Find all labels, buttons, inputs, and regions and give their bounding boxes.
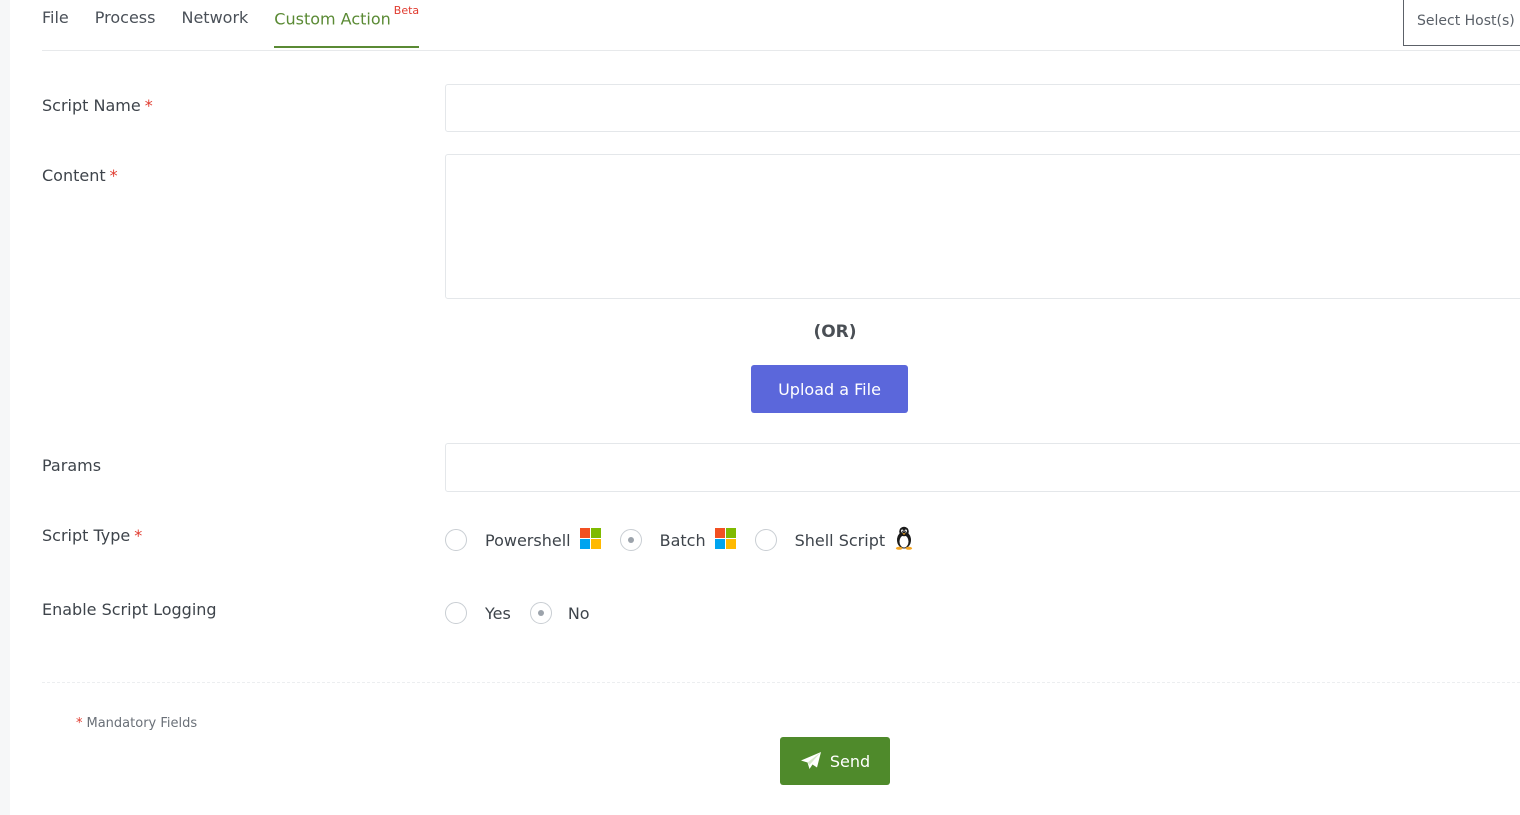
windows-icon bbox=[714, 527, 736, 553]
beta-badge: Beta bbox=[393, 4, 420, 17]
custom-action-page: File Process Network Custom Action Beta S… bbox=[0, 0, 1520, 815]
tabs-divider bbox=[42, 50, 1520, 51]
radio-powershell-label: Powershell bbox=[485, 530, 571, 550]
radio-powershell[interactable] bbox=[445, 529, 467, 551]
send-button[interactable]: Send bbox=[780, 737, 890, 785]
upload-file-button[interactable]: Upload a File bbox=[751, 365, 908, 413]
script-type-label: Script Type * bbox=[42, 526, 142, 545]
radio-logging-no[interactable] bbox=[529, 602, 552, 624]
content-textarea[interactable] bbox=[445, 154, 1520, 299]
required-marker: * bbox=[109, 166, 118, 185]
logging-radio-group: Yes No bbox=[445, 601, 590, 625]
params-input[interactable] bbox=[445, 443, 1520, 492]
radio-shell-script[interactable] bbox=[754, 529, 777, 551]
required-marker: * bbox=[76, 716, 83, 731]
radio-shell-script-label: Shell Script bbox=[794, 530, 886, 550]
windows-icon bbox=[579, 527, 601, 553]
tab-process[interactable]: Process bbox=[95, 0, 156, 48]
tab-network[interactable]: Network bbox=[181, 0, 248, 48]
radio-logging-yes[interactable] bbox=[445, 602, 467, 624]
required-marker: * bbox=[144, 96, 153, 115]
mandatory-fields-note: * Mandatory Fields bbox=[76, 716, 197, 731]
select-hosts-dropdown[interactable]: Select Host(s) bbox=[1403, 0, 1520, 46]
linux-icon bbox=[894, 526, 914, 554]
script-type-label-text: Script Type bbox=[42, 526, 131, 545]
script-name-label: Script Name * bbox=[42, 96, 153, 115]
params-label-text: Params bbox=[42, 456, 102, 475]
tab-custom-action[interactable]: Custom Action Beta bbox=[274, 0, 420, 48]
left-gutter bbox=[0, 0, 10, 815]
radio-logging-no-label: No bbox=[567, 603, 590, 623]
tab-file[interactable]: File bbox=[42, 0, 69, 48]
content-label: Content * bbox=[42, 166, 118, 185]
radio-batch-label: Batch bbox=[659, 530, 706, 550]
script-type-radio-group: Powershell Batch Shell Script bbox=[445, 526, 933, 554]
action-tabs: File Process Network Custom Action Beta bbox=[42, 0, 445, 50]
script-name-input[interactable] bbox=[445, 84, 1520, 132]
form-divider bbox=[42, 682, 1520, 683]
content-label-text: Content bbox=[42, 166, 106, 185]
radio-batch[interactable] bbox=[619, 529, 642, 551]
tab-custom-action-label: Custom Action bbox=[274, 9, 391, 29]
script-name-label-text: Script Name bbox=[42, 96, 141, 115]
params-label: Params bbox=[42, 456, 101, 475]
enable-logging-label-text: Enable Script Logging bbox=[42, 600, 217, 619]
enable-logging-label: Enable Script Logging bbox=[42, 600, 217, 619]
required-marker: * bbox=[134, 526, 143, 545]
paper-plane-icon bbox=[800, 752, 821, 769]
or-separator: (OR) bbox=[813, 322, 857, 342]
send-button-label: Send bbox=[829, 751, 871, 771]
radio-logging-yes-label: Yes bbox=[485, 603, 511, 623]
mandatory-fields-text: Mandatory Fields bbox=[86, 716, 198, 731]
